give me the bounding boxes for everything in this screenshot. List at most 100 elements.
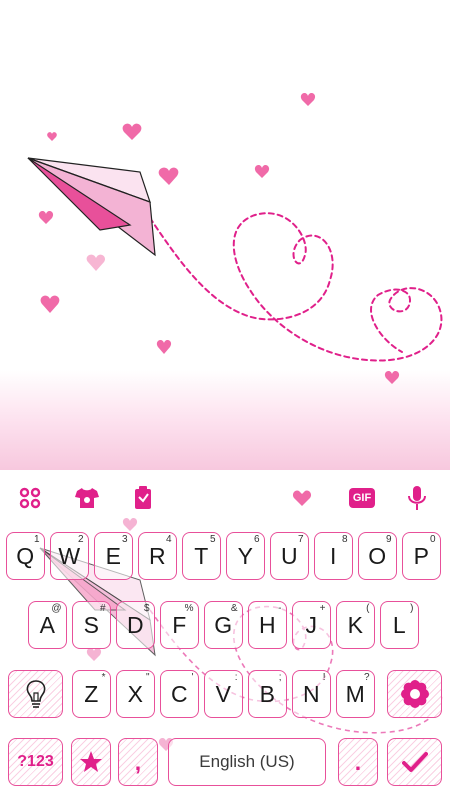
key-n[interactable]: ! N (292, 670, 331, 718)
key-label: V (215, 680, 231, 707)
key-label: K (347, 611, 363, 638)
key-o[interactable]: 9O (358, 532, 397, 580)
key-hint: + (319, 603, 326, 614)
key-label: U (280, 542, 298, 569)
key-label: D (126, 611, 144, 638)
key-hint: ! (322, 672, 326, 683)
apps-icon[interactable] (15, 484, 45, 512)
key-p[interactable]: 0P (402, 532, 441, 580)
key-label: L (392, 611, 406, 638)
keyboard: GIF 1Q2W3E4R5T6Y7U8I9O0P @ A # S $ D% F & G - H + J(… (0, 470, 450, 800)
key-w[interactable]: 2W (50, 532, 89, 580)
comma-key-label: , (134, 748, 142, 775)
keyboard-toolbar: GIF (0, 478, 450, 518)
key-hint: ) (410, 603, 414, 614)
key-hint: 5 (209, 534, 216, 545)
period-key-label: . (354, 748, 362, 775)
key-label: P (413, 542, 429, 569)
checkmark-icon (401, 752, 428, 772)
key-hint: 6 (253, 534, 260, 545)
key-hint: 4 (165, 534, 172, 545)
key-label: T (194, 542, 209, 569)
key-label: S (83, 611, 99, 638)
key-hint: ( (366, 603, 370, 614)
key-a[interactable]: @ A (28, 601, 67, 649)
paper-plane-illustration (27, 93, 443, 384)
gif-icon[interactable]: GIF (347, 484, 377, 512)
key-hint: ; (278, 672, 282, 683)
key-h[interactable]: -H (248, 601, 287, 649)
key-z[interactable]: * Z (72, 670, 111, 718)
key-hint: 0 (429, 534, 436, 545)
key-l[interactable]: ) L (380, 601, 419, 649)
flower-icon (400, 680, 429, 708)
key-label: R (148, 542, 166, 569)
key-u[interactable]: 7U (270, 532, 309, 580)
key-s[interactable]: # S (72, 601, 111, 649)
key-hint: - (278, 603, 282, 614)
space-bar[interactable]: English (US) (168, 738, 326, 786)
sticker-icon[interactable] (128, 484, 158, 512)
key-hint: # (99, 603, 106, 614)
key-hint: 3 (121, 534, 128, 545)
key-label: W (58, 542, 81, 569)
gif-label: GIF (348, 488, 376, 508)
key-j[interactable]: + J (292, 601, 331, 649)
key-x[interactable]: " X (116, 670, 155, 718)
key-hint: 9 (385, 534, 392, 545)
emoji-star-key[interactable] (71, 738, 111, 786)
key-label: A (39, 611, 55, 638)
key-label: N (302, 680, 320, 707)
key-c[interactable]: ' C (160, 670, 199, 718)
key-hint: : (234, 672, 238, 683)
key-label: X (127, 680, 143, 707)
key-f[interactable]: % F (160, 601, 199, 649)
key-v[interactable]: :V (204, 670, 243, 718)
key-label: Z (84, 680, 99, 707)
symbols-key[interactable]: ?123 (8, 738, 63, 786)
key-label: I (330, 542, 337, 569)
key-label: Q (16, 542, 35, 569)
key-label: M (345, 680, 365, 707)
key-y[interactable]: 6Y (226, 532, 265, 580)
key-q[interactable]: 1Q (6, 532, 45, 580)
key-hint: 7 (297, 534, 304, 545)
space-bar-label: English (US) (199, 752, 295, 771)
key-label: G (214, 611, 233, 638)
key-hint: 1 (33, 534, 40, 545)
key-label: F (172, 611, 187, 638)
key-r[interactable]: 4R (138, 532, 177, 580)
key-label: E (105, 542, 121, 569)
key-g[interactable]: & G (204, 601, 243, 649)
theme-bulb-key[interactable] (8, 670, 63, 718)
key-e[interactable]: 3E (94, 532, 133, 580)
enter-key[interactable] (387, 738, 442, 786)
symbols-key-label: ?123 (17, 753, 54, 770)
key-label: O (368, 542, 387, 569)
microphone-icon[interactable] (402, 484, 432, 512)
key-label: Y (237, 542, 253, 569)
lightbulb-icon (26, 680, 45, 708)
key-hint: ' (191, 672, 194, 683)
period-key[interactable]: . (338, 738, 378, 786)
comma-key[interactable]: , (118, 738, 158, 786)
key-hint: " (145, 672, 150, 683)
backspace-flower-key[interactable] (387, 670, 442, 718)
key-d[interactable]: $ D (116, 601, 155, 649)
key-k[interactable]: (K (336, 601, 375, 649)
key-label: B (259, 680, 275, 707)
key-i[interactable]: 8I (314, 532, 353, 580)
key-hint: * (101, 672, 106, 683)
wallpaper (0, 0, 450, 470)
key-label: J (305, 611, 318, 638)
key-label: H (258, 611, 276, 638)
heart-icon[interactable] (287, 484, 317, 512)
key-m[interactable]: ? M (336, 670, 375, 718)
key-hint: $ (143, 603, 150, 614)
key-b[interactable]: ; B (248, 670, 287, 718)
key-t[interactable]: 5T (182, 532, 221, 580)
key-hint: 8 (341, 534, 348, 545)
key-label: C (170, 680, 188, 707)
star-icon (80, 751, 102, 772)
theme-shirt-icon[interactable] (72, 484, 102, 512)
